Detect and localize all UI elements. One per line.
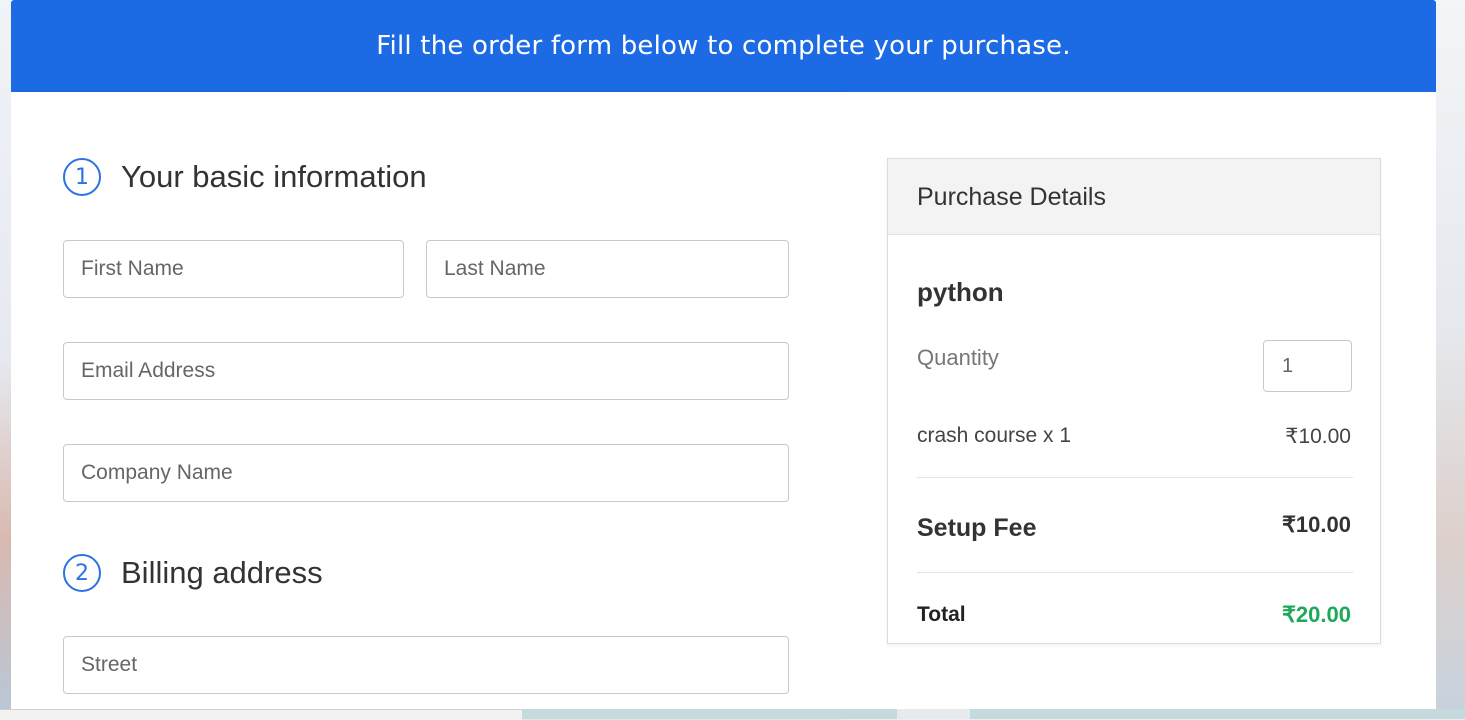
street-input[interactable]: [64, 637, 788, 693]
bottom-bar-segment: [897, 709, 970, 719]
first-name-input[interactable]: [64, 241, 403, 297]
setup-fee-label: Setup Fee: [917, 514, 1037, 542]
bottom-bar-segment: [522, 709, 897, 719]
quantity-field[interactable]: [1263, 340, 1352, 392]
total-label: Total: [917, 603, 966, 626]
purchase-details-card: Purchase Details python Quantity crash c…: [887, 158, 1381, 644]
step-number-badge: 1: [63, 158, 101, 196]
order-form-container: Fill the order form below to complete yo…: [11, 0, 1436, 719]
customer-info-panel: 1 Your basic information 2 Billing addre…: [11, 92, 843, 719]
step-number-badge: 2: [63, 554, 101, 592]
step-billing-heading: 2 Billing address: [63, 554, 323, 592]
total-price: ₹20.00: [1281, 602, 1351, 627]
email-input[interactable]: [64, 343, 788, 399]
order-banner: Fill the order form below to complete yo…: [11, 0, 1436, 92]
product-name: python: [917, 277, 1004, 307]
divider: [917, 477, 1353, 478]
line-item-price: ₹10.00: [1285, 425, 1351, 448]
first-name-field[interactable]: [63, 240, 404, 298]
bottom-bar-segment: [970, 709, 1465, 719]
line-item-label: crash course x 1: [917, 424, 1072, 447]
setup-fee-price: ₹10.00: [1281, 512, 1351, 537]
purchase-panel: Purchase Details python Quantity crash c…: [843, 92, 1436, 719]
quantity-label: Quantity: [917, 345, 999, 370]
last-name-field[interactable]: [426, 240, 789, 298]
email-field[interactable]: [63, 342, 789, 400]
background-right-edge: [1436, 0, 1465, 719]
purchase-details-header: Purchase Details: [888, 159, 1380, 235]
bottom-bar-segment: [0, 709, 522, 720]
section-title-billing: Billing address: [121, 555, 323, 590]
company-input[interactable]: [64, 445, 788, 501]
street-field[interactable]: [63, 636, 789, 694]
background-left-edge: [0, 0, 11, 719]
last-name-input[interactable]: [427, 241, 788, 297]
company-field[interactable]: [63, 444, 789, 502]
step-basic-info-heading: 1 Your basic information: [63, 158, 427, 196]
divider: [917, 572, 1353, 573]
section-title-basic-info: Your basic information: [121, 159, 427, 194]
quantity-input[interactable]: [1264, 341, 1351, 391]
